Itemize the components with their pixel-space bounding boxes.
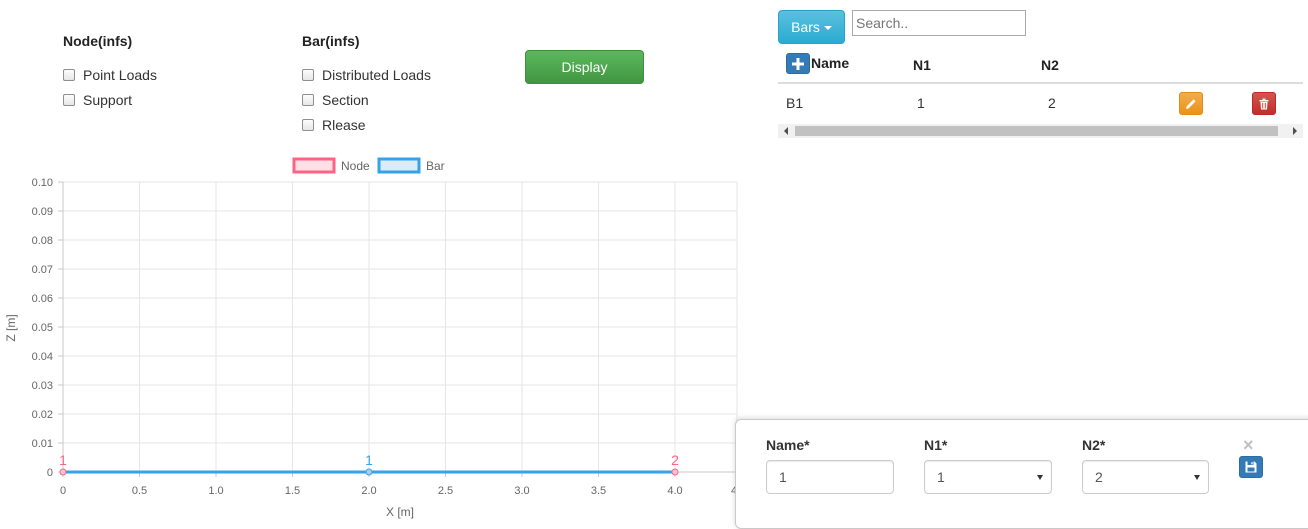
row-n1-cell: 1 [917,95,925,111]
section-checkbox[interactable] [302,94,314,106]
column-header-n1: N1 [913,57,931,73]
node-label: 1 [59,452,67,468]
bar-infs-heading: Bar(infs) [302,33,360,49]
y-tick-label: 0.04 [32,351,53,363]
delete-button[interactable] [1252,92,1276,115]
x-tick-label: 2.5 [438,485,453,497]
chevron-down-icon [1194,475,1200,480]
node-marker [59,468,67,476]
n1-select[interactable]: 1 [924,460,1052,494]
distributed-loads-option[interactable]: Distributed Loads [302,65,431,85]
bars-dropdown-label: Bars [791,19,820,35]
y-axis-title: Z [m] [4,314,18,341]
release-checkbox[interactable] [302,119,314,131]
display-button[interactable]: Display [525,50,644,84]
save-button[interactable] [1239,456,1263,478]
x-tick-label: 4.0 [667,485,682,497]
scroll-left-icon[interactable] [778,124,794,138]
scroll-right-icon[interactable] [1287,124,1303,138]
x-tick-label: 0 [60,485,66,497]
release-option[interactable]: Rlease [302,115,366,135]
bar-midpoint-marker [365,468,373,476]
column-header-n2: N2 [1041,57,1059,73]
y-tick-label: 0.10 [32,177,53,189]
legend-bar-label: Bar [426,159,445,173]
node-infs-heading: Node(infs) [63,33,133,49]
point-loads-option[interactable]: Point Loads [63,65,157,85]
support-option[interactable]: Support [63,90,132,110]
n1-label: N1* [924,437,948,453]
node-label: 2 [671,452,679,468]
y-tick-label: 0.06 [32,293,53,305]
caret-down-icon [823,26,832,30]
column-header-name: Name [811,55,850,71]
search-input[interactable] [852,10,1026,36]
x-tick-label: 3.5 [591,485,606,497]
trash-icon [1259,98,1269,109]
section-label: Section [322,92,369,108]
support-label: Support [83,92,133,108]
y-tick-label: 0.03 [32,380,53,392]
section-option[interactable]: Section [302,90,369,110]
y-tick-label: 0.09 [32,206,53,218]
y-tick-label: 0.01 [32,438,53,450]
x-tick-label: 2.0 [361,485,376,497]
pencil-icon [1186,98,1196,109]
node-marker [671,468,679,476]
bar-label: 1 [365,452,373,468]
structure-chart: Node Bar 0 0.01 0.02 0.03 0.04 0.05 0.06 0.07 0.… [4,157,738,519]
bars-dropdown-button[interactable]: Bars [778,10,845,44]
scrollbar-thumb[interactable] [795,126,1278,136]
y-tick-label: 0.08 [32,235,53,247]
support-checkbox[interactable] [63,94,75,106]
row-n2-cell: 2 [1048,95,1056,111]
x-tick-label: 3.0 [514,485,529,497]
release-label: Rlease [322,117,366,133]
y-tick-label: 0.02 [32,409,53,421]
point-loads-checkbox[interactable] [63,69,75,81]
row-name-cell: B1 [786,95,804,111]
name-input[interactable]: 1 [766,460,894,494]
distributed-loads-label: Distributed Loads [322,67,431,83]
y-tick-label: 0.07 [32,264,53,276]
x-tick-label: 0.5 [132,485,147,497]
add-bar-button[interactable] [786,53,810,74]
distributed-loads-checkbox[interactable] [302,69,314,81]
floppy-disk-icon [1245,461,1257,473]
legend-node-swatch [292,157,336,174]
point-loads-label: Point Loads [83,67,157,83]
n2-label: N2* [1082,437,1106,453]
n2-select[interactable]: 2 [1082,460,1209,494]
name-label: Name* [766,437,810,453]
y-tick-label: 0 [47,467,53,479]
edit-button[interactable] [1179,92,1203,115]
x-tick-label: 1.5 [285,485,300,497]
chevron-down-icon [1037,475,1043,480]
table-horizontal-scrollbar[interactable] [778,124,1303,138]
table-row: B1 1 2 [778,84,1303,122]
n2-select-value: 2 [1095,469,1103,485]
x-tick-label: 1.0 [208,485,223,497]
plus-icon [792,57,804,70]
legend-node-label: Node [341,159,370,173]
x-axis-title: X [m] [386,505,414,519]
y-tick-label: 0.05 [32,322,53,334]
close-icon[interactable]: × [1243,436,1254,454]
n1-select-value: 1 [937,469,945,485]
legend-bar-swatch [377,157,421,174]
